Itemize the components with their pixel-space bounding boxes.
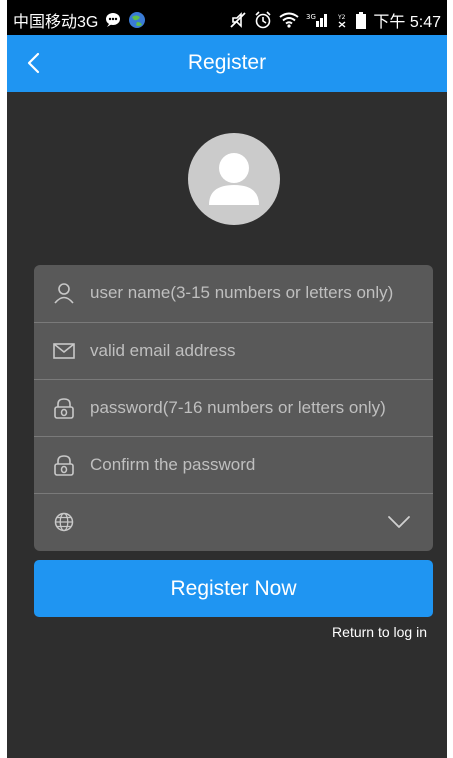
status-left: 中国移动3G (13, 8, 146, 32)
avatar[interactable] (188, 133, 280, 225)
password-input[interactable] (90, 388, 430, 428)
chat-icon (104, 12, 122, 28)
return-to-login-link[interactable]: Return to log in (332, 624, 427, 640)
clock-label: 下午 5:47 (373, 14, 441, 31)
browser-icon (128, 11, 146, 29)
status-right: 3G Y2 下午 5:47 (229, 8, 441, 32)
signal-icon: 3G (306, 12, 330, 28)
wifi-icon (279, 12, 300, 28)
confirm-password-input[interactable] (90, 445, 430, 485)
signal-2-icon: Y2 (337, 12, 349, 28)
chevron-down-icon[interactable] (387, 512, 411, 532)
page-title: Register (187, 51, 267, 74)
register-screen: 中国移动3G 3G Y2 下午 5:47 Register user name(… (7, 0, 447, 758)
svg-text:3G: 3G (306, 13, 316, 21)
lock-icon (52, 454, 76, 476)
email-input[interactable] (90, 331, 430, 371)
battery-icon (356, 11, 367, 29)
email-row (34, 322, 433, 379)
status-bar: 中国移动3G 3G Y2 下午 5:47 (7, 0, 447, 35)
register-now-button[interactable]: Register Now (34, 560, 433, 617)
password-row (34, 379, 433, 436)
globe-icon (52, 511, 76, 533)
lock-icon (52, 397, 76, 419)
confirm-password-row (34, 436, 433, 493)
mute-icon (229, 11, 247, 29)
carrier-label: 中国移动3G (13, 14, 99, 31)
region-select[interactable] (34, 493, 433, 550)
user-avatar-icon (209, 153, 259, 205)
register-form (34, 265, 433, 551)
app-header: Register (7, 35, 447, 92)
user-icon (52, 282, 76, 304)
svg-text:Y2: Y2 (337, 14, 346, 21)
envelope-icon (52, 340, 76, 362)
alarm-icon (254, 11, 272, 29)
username-row (34, 265, 433, 321)
username-input[interactable] (90, 273, 430, 313)
